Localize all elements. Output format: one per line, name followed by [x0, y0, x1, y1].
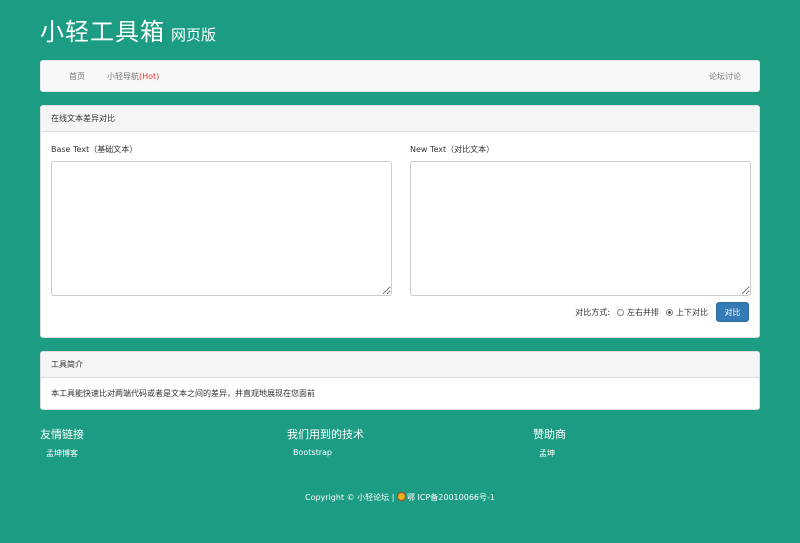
- footer-sponsor: 赞助商 孟坤: [533, 426, 566, 459]
- base-text-input[interactable]: [51, 161, 392, 296]
- intro-panel: 工具简介 本工具能快速比对两端代码或者是文本之间的差异，并直观地展现在您面前: [40, 351, 760, 410]
- intro-text: 本工具能快速比对两端代码或者是文本之间的差异，并直观地展现在您面前: [51, 389, 315, 398]
- sponsor-link[interactable]: 孟坤: [533, 448, 566, 459]
- site-header: 小轻工具箱 网页版: [40, 12, 216, 47]
- inline-radio[interactable]: [666, 308, 673, 316]
- compare-mode-label: 对比方式:: [575, 307, 610, 317]
- top-navbar: 首页 小轻导航(Hot) 论坛讨论: [40, 60, 760, 92]
- copyright: Copyright © 小轻论坛 | 鄂 ICP备20010066号-1: [0, 492, 800, 503]
- nav-guide-link[interactable]: 小轻导航(Hot): [107, 71, 159, 82]
- tech-title: 我们用到的技术: [287, 428, 364, 441]
- police-badge-icon: [396, 492, 406, 501]
- compare-button[interactable]: 对比: [716, 302, 749, 322]
- nav-guide-label: 小轻导航: [107, 72, 139, 81]
- side-by-side-label[interactable]: 左右并排: [627, 307, 659, 318]
- site-title[interactable]: 小轻工具箱: [40, 18, 165, 46]
- copyright-text: Copyright © 小轻论坛 |: [305, 493, 395, 502]
- intro-panel-heading: 工具简介: [41, 352, 759, 378]
- base-text-label: Base Text（基础文本）: [51, 145, 138, 154]
- new-text-label: New Text（对比文本）: [410, 145, 495, 154]
- friends-link[interactable]: 孟坤博客: [40, 448, 84, 459]
- friends-title: 友情链接: [40, 428, 84, 441]
- nav-forum-link[interactable]: 论坛讨论: [709, 71, 741, 82]
- nav-home-link[interactable]: 首页: [69, 71, 85, 82]
- inline-label[interactable]: 上下对比: [676, 307, 708, 318]
- diff-panel: 在线文本差异对比 Base Text（基础文本） New Text（对比文本） …: [40, 105, 760, 338]
- side-by-side-radio[interactable]: [617, 308, 624, 316]
- diff-panel-heading: 在线文本差异对比: [41, 106, 759, 132]
- compare-mode-row: 对比方式: 左右并排 上下对比 对比: [575, 302, 749, 322]
- sponsor-title: 赞助商: [533, 428, 566, 441]
- site-subtitle: 网页版: [171, 26, 217, 44]
- footer-tech: 我们用到的技术 Bootstrap: [287, 426, 364, 457]
- footer-friends: 友情链接 孟坤博客: [40, 426, 84, 459]
- tech-link[interactable]: Bootstrap: [287, 448, 364, 457]
- icp-link[interactable]: 鄂 ICP备20010066号-1: [407, 493, 495, 502]
- hot-badge: (Hot): [139, 72, 160, 81]
- new-text-input[interactable]: [410, 161, 751, 296]
